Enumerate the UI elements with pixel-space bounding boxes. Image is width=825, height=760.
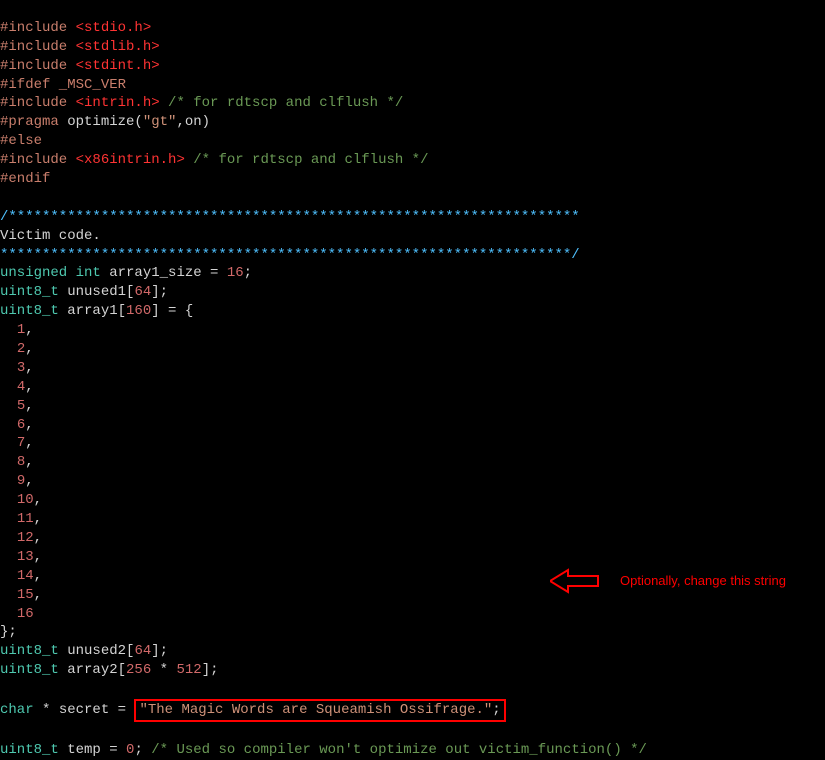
block-comment-title: Victim code. xyxy=(0,228,101,244)
header-name: <stdint.h> xyxy=(76,58,160,74)
pragma-directive: #pragma xyxy=(0,114,59,130)
type-keyword: unsigned int xyxy=(0,265,101,281)
type-keyword: char xyxy=(0,702,34,718)
annotation-arrow: Optionally, change this string xyxy=(550,568,786,594)
endif-directive: #endif xyxy=(0,171,50,187)
type-keyword: uint8_t xyxy=(0,643,59,659)
comment: /* for rdtscp and clflush */ xyxy=(193,152,428,168)
header-name: <stdlib.h> xyxy=(76,39,160,55)
array-value: 3 xyxy=(17,360,25,376)
block-comment: /***************************************… xyxy=(0,209,580,225)
array-value: 9 xyxy=(17,473,25,489)
ifdef-directive: #ifdef _MSC_VER xyxy=(0,77,126,93)
array-value: 5 xyxy=(17,398,25,414)
highlighted-secret-string: "The Magic Words are Squeamish Ossifrage… xyxy=(134,699,505,722)
header-name: <intrin.h> xyxy=(76,95,160,111)
include-directive: #include xyxy=(0,20,67,36)
array-value: 2 xyxy=(17,341,25,357)
array-value: 11 xyxy=(17,511,34,527)
include-directive: #include xyxy=(0,58,67,74)
array-value: 6 xyxy=(17,417,25,433)
array-value: 8 xyxy=(17,454,25,470)
array-value: 7 xyxy=(17,435,25,451)
array-initializer: 1, 2, 3, 4, 5, 6, 7, 8, 9, 10, 11, 12, 1… xyxy=(0,322,42,621)
header-name: <x86intrin.h> xyxy=(76,152,185,168)
type-keyword: uint8_t xyxy=(0,662,59,678)
array-value: 1 xyxy=(17,322,25,338)
header-name: <stdio.h> xyxy=(76,20,152,36)
array-value: 10 xyxy=(17,492,34,508)
array-value: 16 xyxy=(17,606,34,622)
comment: /* for rdtscp and clflush */ xyxy=(168,95,403,111)
array-value: 4 xyxy=(17,379,25,395)
array-value: 14 xyxy=(17,568,34,584)
annotation-label: Optionally, change this string xyxy=(620,572,786,590)
else-directive: #else xyxy=(0,133,42,149)
array-value: 13 xyxy=(17,549,34,565)
type-keyword: uint8_t xyxy=(0,742,59,758)
comment: /* Used so compiler won't optimize out v… xyxy=(151,742,647,758)
string-literal: "The Magic Words are Squeamish Ossifrage… xyxy=(139,702,492,718)
array-value: 15 xyxy=(17,587,34,603)
block-comment: ****************************************… xyxy=(0,247,580,263)
include-directive: #include xyxy=(0,95,67,111)
array-value: 12 xyxy=(17,530,34,546)
arrow-left-icon xyxy=(550,568,600,594)
type-keyword: uint8_t xyxy=(0,284,59,300)
include-directive: #include xyxy=(0,152,67,168)
include-directive: #include xyxy=(0,39,67,55)
code-editor: #include <stdio.h> #include <stdlib.h> #… xyxy=(0,0,825,760)
type-keyword: uint8_t xyxy=(0,303,59,319)
